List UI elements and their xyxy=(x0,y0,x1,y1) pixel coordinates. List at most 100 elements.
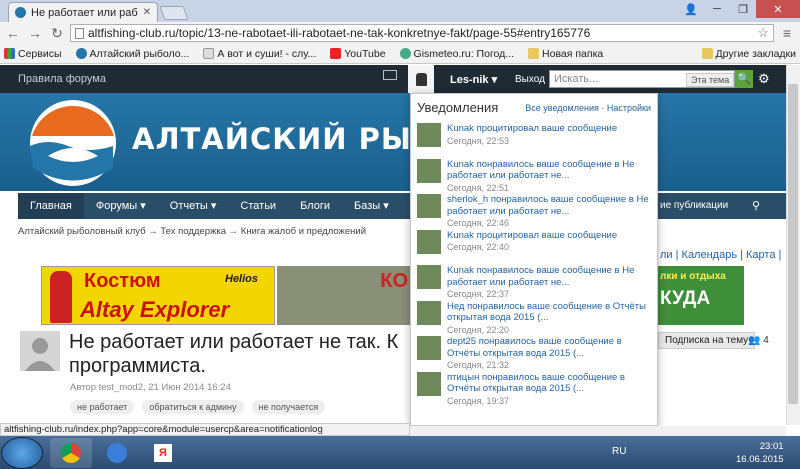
language-indicator[interactable]: RU xyxy=(612,446,626,457)
person-figure xyxy=(50,271,72,323)
notification-item[interactable]: Kunak процитировал ваше сообщение Сегодня… xyxy=(415,119,653,155)
notification-time: Сегодня, 22:37 xyxy=(447,289,510,299)
menu-icon[interactable]: ≡ xyxy=(778,25,796,41)
bookmark-services[interactable]: Сервисы xyxy=(4,48,62,60)
system-clock[interactable]: 23:01 16.06.2015 xyxy=(736,440,784,466)
notification-item[interactable]: Нед понравилось ваше сообщение в Отчёты … xyxy=(415,297,653,335)
followers-count[interactable]: 👥 4 xyxy=(748,335,769,346)
notification-text[interactable]: Kunak понравилось ваше сообщение в Не ра… xyxy=(447,159,651,182)
tag[interactable]: не получается xyxy=(251,400,326,414)
notification-text[interactable]: dept25 понравилось ваше сообщение в Отчё… xyxy=(447,336,651,359)
bookmark-youtube[interactable]: YouTube xyxy=(330,48,386,60)
page-title: Не работает или работает не так. К прогр… xyxy=(69,331,399,377)
notification-item[interactable]: птицын понравилось ваше сообщение в Отчё… xyxy=(415,368,653,406)
bookmark-sushi[interactable]: А вот и суши! - слу... xyxy=(203,48,316,60)
ad-banner-boat[interactable]: КО xyxy=(277,266,410,325)
mail-icon[interactable] xyxy=(383,70,397,80)
gear-icon[interactable]: ⚙ xyxy=(758,71,770,87)
bookmark-altfishing[interactable]: Алтайский рыболо... xyxy=(75,48,189,60)
horizontal-scrollbar[interactable] xyxy=(410,426,786,436)
notification-text[interactable]: Kunak процитировал ваше сообщение xyxy=(447,230,617,242)
notification-time: Сегодня, 22:46 xyxy=(447,218,510,228)
subscribe-button[interactable]: Подписка на тему xyxy=(658,332,756,349)
browser-tab[interactable]: Не работает или работа ✕ xyxy=(8,2,158,22)
close-icon[interactable]: ✕ xyxy=(143,7,151,18)
logout-link[interactable]: Выход xyxy=(515,74,545,85)
notification-item[interactable]: dept25 понравилось ваше сообщение в Отчё… xyxy=(415,332,653,370)
notification-time: Сегодня, 21:32 xyxy=(447,360,510,370)
notification-item[interactable]: Kunak процитировал ваше сообщение Сегодня… xyxy=(415,226,653,262)
breadcrumb-item[interactable]: Книга жалоб и предложений xyxy=(241,226,366,237)
taskbar-media[interactable] xyxy=(96,438,138,468)
nav-bases[interactable]: Базы ▾ xyxy=(342,193,401,219)
notification-text[interactable]: sherlok_h понравилось ваше сообщение в Н… xyxy=(447,194,651,217)
search-scope[interactable]: Эта тема xyxy=(686,73,735,87)
yandex-icon: Я xyxy=(154,444,172,462)
avatar[interactable] xyxy=(417,194,441,218)
search-button[interactable]: 🔍 xyxy=(735,70,753,88)
notification-text[interactable]: Kunak понравилось ваше сообщение в Не ра… xyxy=(447,265,651,288)
minimize-button[interactable]: ─ xyxy=(704,0,730,18)
notification-item[interactable]: Kunak понравилось ваше сообщение в Не ра… xyxy=(415,155,653,193)
chevron-down-icon: ▾ xyxy=(210,200,217,212)
avatar[interactable] xyxy=(417,371,441,396)
avatar[interactable] xyxy=(20,331,60,371)
notification-text[interactable]: птицын понравилось ваше сообщение в Отчё… xyxy=(447,372,651,395)
tag-list: не работает обратиться к админу не получ… xyxy=(70,400,326,414)
site-logo[interactable] xyxy=(18,98,128,188)
star-icon[interactable]: ☆ xyxy=(757,25,769,41)
username-menu[interactable]: Les-nik ▾ xyxy=(450,73,497,86)
users-icon: 👥 xyxy=(748,335,761,346)
start-button[interactable] xyxy=(2,438,42,468)
reload-icon[interactable]: ↻ xyxy=(48,25,66,42)
notification-text[interactable]: Нед понравилось ваше сообщение в Отчёты … xyxy=(447,301,651,324)
avatar[interactable] xyxy=(417,336,441,360)
nav-forums[interactable]: Форумы ▾ xyxy=(84,193,158,219)
notification-time: Сегодня, 22:51 xyxy=(447,182,510,193)
ad-banner-rest[interactable]: лки и отдыха КУДА xyxy=(658,266,744,325)
chevron-down-icon: ▾ xyxy=(383,200,389,212)
user-icon[interactable]: 👤 xyxy=(678,0,704,18)
quick-links[interactable]: ли | Календарь | Карта | xyxy=(660,249,781,261)
bookmark-other[interactable]: Другие закладки xyxy=(701,48,796,60)
chrome-icon xyxy=(61,443,81,463)
maximize-button[interactable]: ❐ xyxy=(730,0,756,18)
apps-icon xyxy=(4,48,15,59)
avatar[interactable] xyxy=(417,300,441,325)
arrow-right-icon: → xyxy=(148,226,161,237)
bookmark-new-folder[interactable]: Новая папка xyxy=(528,48,603,60)
avatar[interactable] xyxy=(417,158,441,183)
back-icon[interactable]: ← xyxy=(4,25,22,41)
nav-blogs[interactable]: Блоги xyxy=(288,193,342,219)
avatar-placeholder-icon xyxy=(25,338,55,371)
notification-item[interactable]: Kunak понравилось ваше сообщение в Не ра… xyxy=(415,261,653,299)
forum-favicon-icon xyxy=(15,7,26,18)
breadcrumb-item[interactable]: Тех поддержка xyxy=(160,226,226,237)
forward-icon[interactable]: → xyxy=(26,25,44,41)
notification-text[interactable]: Kunak процитировал ваше сообщение xyxy=(447,123,617,135)
bookmark-gismeteo[interactable]: Gismeteo.ru: Погод... xyxy=(399,48,514,60)
address-bar[interactable]: altfishing-club.ru/topic/13-ne-rabotaet-… xyxy=(70,24,774,42)
close-window-button[interactable]: ✕ xyxy=(756,0,800,18)
taskbar-chrome[interactable] xyxy=(50,438,92,468)
tag[interactable]: обратиться к админу xyxy=(142,400,244,414)
nav-home[interactable]: Главная xyxy=(18,193,84,219)
map-pin-icon[interactable]: ⚲ xyxy=(752,199,760,212)
nav-reports[interactable]: Отчеты ▾ xyxy=(158,193,229,219)
nav-articles[interactable]: Статьи xyxy=(228,193,288,219)
breadcrumb-item[interactable]: Алтайский рыболовный клуб xyxy=(18,226,146,237)
new-tab-button[interactable] xyxy=(159,6,189,20)
avatar[interactable] xyxy=(417,265,441,289)
nav-publications[interactable]: ие публикации xyxy=(660,200,728,211)
avatar[interactable] xyxy=(417,229,441,254)
notification-item[interactable]: sherlok_h понравилось ваше сообщение в Н… xyxy=(415,190,653,228)
taskbar-yandex[interactable]: Я xyxy=(142,438,184,468)
ad-banner-suit[interactable]: Костюм Altay Explorer Helios xyxy=(41,266,275,325)
notifications-toggle[interactable] xyxy=(408,65,434,93)
scrollbar-thumb[interactable] xyxy=(788,84,798,404)
rules-link[interactable]: Правила форума xyxy=(0,73,106,85)
tag[interactable]: не работает xyxy=(70,400,135,414)
avatar[interactable] xyxy=(417,123,441,147)
notifications-links[interactable]: Все уведомления · Настройки xyxy=(525,103,651,113)
folder-icon xyxy=(701,48,713,59)
